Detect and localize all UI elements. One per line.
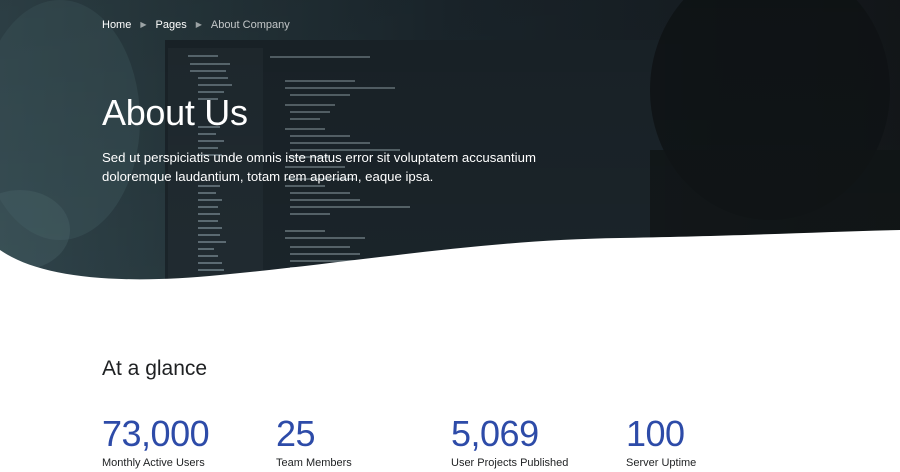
breadcrumb-separator-icon: ▶ <box>195 20 202 29</box>
page-title: About Us <box>102 92 248 133</box>
breadcrumb-current-page: About Company <box>210 19 290 31</box>
stat-value: 25 <box>276 413 316 454</box>
at-a-glance-heading: At a glance <box>102 357 208 380</box>
stat-value: 100 <box>626 413 685 454</box>
breadcrumb-separator-icon: ▶ <box>140 20 147 29</box>
breadcrumb-pages-link[interactable]: Pages <box>156 19 187 31</box>
stat-label: User Projects Published <box>451 457 569 469</box>
stat-team-members: 25 Team Members <box>276 413 352 470</box>
stat-label: Server Uptime <box>626 457 697 469</box>
breadcrumb: Home ▶ Pages ▶ About Company <box>102 18 290 32</box>
stat-server-uptime: 100 Server Uptime <box>626 413 697 470</box>
stats-row: 73,000 Monthly Active Users 25 Team Memb… <box>102 414 822 472</box>
stat-label: Team Members <box>276 457 352 469</box>
breadcrumb-home-link[interactable]: Home <box>102 19 131 31</box>
stat-label: Monthly Active Users <box>102 457 205 469</box>
stat-user-projects-published: 5,069 User Projects Published <box>451 413 569 470</box>
hero-section: Home ▶ Pages ▶ About Company About Us Se… <box>0 0 900 290</box>
stat-value: 73,000 <box>102 413 210 454</box>
stat-monthly-active-users: 73,000 Monthly Active Users <box>102 413 210 470</box>
hero-lead-text: Sed ut perspiciatis unde omnis iste natu… <box>102 150 536 184</box>
stat-value: 5,069 <box>451 413 539 454</box>
hero-background-image <box>0 0 900 290</box>
